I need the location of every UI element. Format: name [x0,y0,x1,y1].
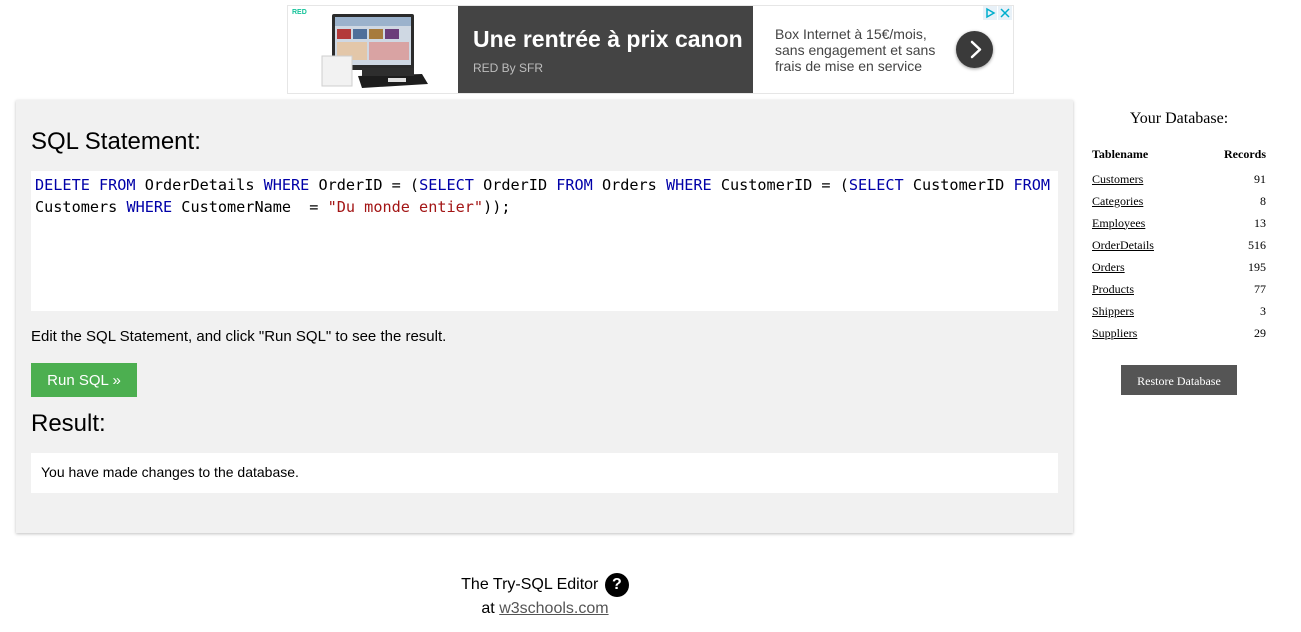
table-link-categories[interactable]: Categories [1092,194,1143,208]
table-row: Employees 13 [1092,212,1266,234]
sql-text: OrderDetails [135,176,264,194]
table-name-cell: Products [1092,278,1196,300]
close-ad-icon[interactable] [998,6,1012,20]
result-heading: Result: [31,410,106,437]
table-row: Products 77 [1092,278,1266,300]
ad-advertiser: RED By SFR [473,61,544,75]
table-link-orderdetails[interactable]: OrderDetails [1092,238,1154,252]
sql-keyword: SELECT [848,176,904,194]
help-icon[interactable]: ? [604,573,629,597]
result-box: You have made changes to the database. [31,453,1058,493]
sql-keyword: WHERE [263,176,310,194]
database-table: Tablename Records Customers 91 Categories 8… [1092,146,1266,344]
ad-cta-button[interactable] [956,31,993,68]
table-row: Orders 195 [1092,256,1266,278]
footer-at: at [481,600,495,618]
table-link-shippers[interactable]: Shippers [1092,304,1134,318]
sql-string: "Du monde entier" [327,198,484,216]
sql-text: CustomerID [903,176,1014,194]
table-header-row: Tablename Records [1092,146,1266,168]
sql-text: Orders [592,176,666,194]
table-name-cell: Customers [1092,168,1196,190]
run-sql-button[interactable]: Run SQL » [31,363,137,397]
sql-text: OrderID = ( [309,176,420,194]
footer-line-2: at w3schools.com [440,597,650,621]
record-count: 8 [1260,193,1266,208]
result-message: You have made changes to the database. [41,464,299,480]
sql-keyword: WHERE [126,198,173,216]
records-header: Records [1224,147,1266,161]
sql-text: CustomerName = [172,198,328,216]
record-count: 516 [1248,237,1266,252]
table-name-cell: OrderDetails [1092,234,1196,256]
table-row: Customers 91 [1092,168,1266,190]
table-name-cell: Employees [1092,212,1196,234]
ad-brand-logo: RED [292,9,307,16]
sql-statement-heading: SQL Statement: [31,128,201,155]
chevron-right-icon [970,40,982,59]
record-count: 3 [1260,303,1266,318]
table-link-employees[interactable]: Employees [1092,216,1145,230]
database-title: Your Database: [1129,110,1229,127]
ad-headline[interactable]: Une rentrée à prix canon [473,26,743,53]
adchoices-icon[interactable] [983,6,997,20]
table-row: OrderDetails 516 [1092,234,1266,256]
sql-keyword: SELECT [419,176,474,194]
footer-line-1: The Try-SQL Editor ? [440,573,650,597]
table-row: Shippers 3 [1092,300,1266,322]
table-link-orders[interactable]: Orders [1092,260,1125,274]
ad-body-text: Box Internet à 15€/mois, sans engagement… [775,26,936,74]
sql-text: Customers [35,198,118,216]
w3schools-link[interactable]: w3schools.com [499,600,608,617]
table-name-cell: Orders [1092,256,1196,278]
record-count: 29 [1254,325,1266,340]
sql-editor-panel: SQL Statement: DELETE FROM OrderDetails … [16,100,1073,533]
footer: The Try-SQL Editor ? at w3schools.com [440,573,650,621]
table-link-suppliers[interactable]: Suppliers [1092,326,1137,340]
ad-choices[interactable] [983,6,1012,20]
database-sidebar: Your Database: Tablename Records Custome… [1092,110,1266,395]
sql-text: OrderID [473,176,557,194]
record-count: 91 [1254,171,1266,186]
record-count: 13 [1254,215,1266,230]
sql-keyword: FROM [1013,176,1051,194]
table-link-customers[interactable]: Customers [1092,172,1143,186]
ad-headline-panel[interactable]: Une rentrée à prix canon RED By SFR [458,6,753,93]
table-row: Categories 8 [1092,190,1266,212]
ad-banner[interactable]: RED Une rentrée à prix canon RED By SFR … [287,5,1014,94]
sql-code-editor[interactable]: DELETE FROM OrderDetails WHERE OrderID =… [31,171,1058,311]
sql-text: CustomerID = ( [711,176,849,194]
sql-text: )); [483,198,511,216]
sql-keyword: DELETE FROM [35,176,136,194]
table-name-cell: Shippers [1092,300,1196,322]
table-row: Suppliers 29 [1092,322,1266,344]
ad-product-image [321,14,428,88]
sql-keyword: WHERE [665,176,712,194]
table-link-products[interactable]: Products [1092,282,1134,296]
table-name-cell: Suppliers [1092,322,1196,344]
sql-keyword: FROM [556,176,593,194]
footer-title: The Try-SQL Editor [461,576,599,594]
restore-database-button[interactable]: Restore Database [1121,365,1237,395]
editor-hint: Edit the SQL Statement, and click "Run S… [31,328,447,345]
tablename-header: Tablename [1092,147,1149,161]
record-count: 195 [1248,259,1266,274]
record-count: 77 [1254,281,1266,296]
table-name-cell: Categories [1092,190,1196,212]
